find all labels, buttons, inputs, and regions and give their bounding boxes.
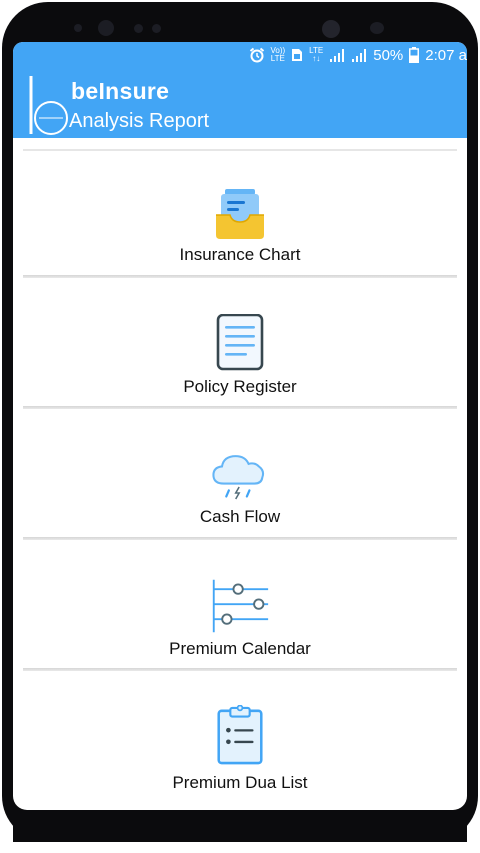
lte-indicator: LTE ↑↓ (309, 46, 324, 63)
bottom-bezel (13, 810, 467, 842)
menu-item-policy-register[interactable]: Policy Register (23, 278, 457, 409)
signal-strength-icon (330, 49, 345, 62)
clipboard-icon (217, 705, 263, 765)
menu-item-cash-flow[interactable]: Cash Flow (23, 409, 457, 540)
menu-item-premium-dua-list[interactable]: Premium Dua List (23, 671, 457, 810)
signal-strength-icon-2 (352, 49, 367, 62)
menu-item-premium-calendar[interactable]: Premium Calendar (23, 540, 457, 671)
alarm-clock-icon (249, 47, 264, 63)
clock: 2:07 a (425, 46, 467, 64)
status-icons: Vo)) LTE LTE ↑↓ 50% 2:07 a (249, 45, 467, 65)
menu-item-insurance-chart[interactable]: Insurance Chart (23, 149, 457, 278)
status-bar: Vo)) LTE LTE ↑↓ 50% 2:07 a (13, 42, 467, 68)
menu-item-label: Policy Register (183, 377, 297, 396)
volte-bottom-text: LTE (270, 54, 285, 63)
inbox-tray-icon (216, 189, 264, 239)
screen: Vo)) LTE LTE ↑↓ 50% 2:07 a beInsure Anal… (13, 42, 467, 810)
sliders-icon (212, 579, 269, 633)
menu-item-label: Premium Calendar (169, 639, 311, 658)
menu-item-label: Premium Dua List (172, 773, 308, 792)
menu-item-label: Insurance Chart (179, 245, 301, 264)
phone-frame: Vo)) LTE LTE ↑↓ 50% 2:07 a beInsure Anal… (0, 0, 480, 853)
battery-percent: 50% (373, 46, 404, 64)
sim-card-icon (292, 49, 303, 61)
battery-icon (409, 47, 420, 63)
volte-indicator: Vo)) LTE (271, 47, 286, 63)
app-subtitle: Analysis Report (69, 110, 210, 132)
app-title: beInsure (71, 78, 170, 104)
document-icon (216, 314, 264, 371)
menu-item-label: Cash Flow (199, 507, 281, 526)
rain-cloud-icon (212, 455, 265, 500)
app-bar: beInsure Analysis Report (13, 68, 467, 138)
